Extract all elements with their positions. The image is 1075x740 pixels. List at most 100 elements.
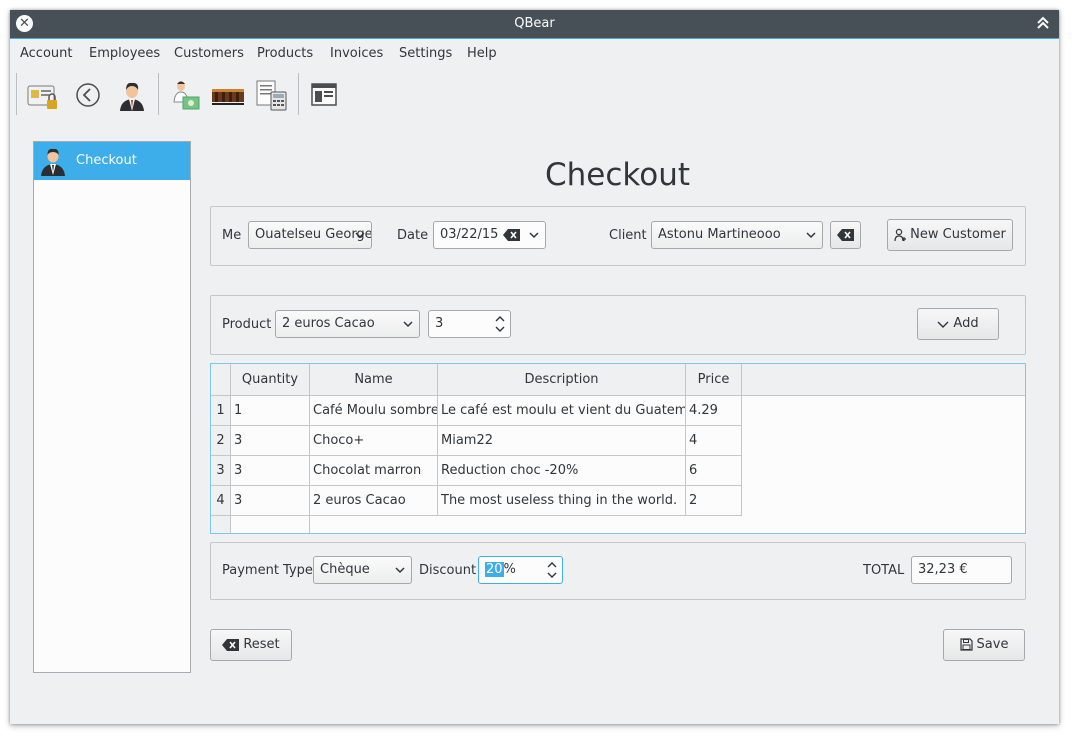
column-header-name[interactable]: Name: [310, 364, 438, 396]
toolbar-handle: [16, 73, 17, 115]
name-cell[interactable]: Chocolat marron: [310, 456, 438, 486]
quantity-cell[interactable]: 1: [231, 396, 310, 426]
app-window: ✕ QBear Account Employees Customers Prod…: [10, 10, 1059, 724]
product-group: Product 2 euros Cacao 3 Add: [210, 295, 1026, 355]
column-header-description[interactable]: Description: [438, 364, 686, 396]
date-label: Date: [397, 228, 429, 243]
page-title: Checkout: [544, 157, 691, 193]
client-label: Client: [609, 228, 647, 243]
quantity-cell-empty[interactable]: [231, 516, 310, 533]
discount-label: Discount: [419, 563, 477, 578]
user-icon: [41, 148, 65, 176]
quantity-cell[interactable]: 3: [231, 426, 310, 456]
description-cell[interactable]: Miam22: [438, 426, 686, 456]
row-header[interactable]: 4: [211, 486, 231, 516]
menu-products[interactable]: Products: [257, 46, 313, 61]
discount-suffix: %: [503, 562, 516, 577]
date-value: 03/22/15: [440, 227, 499, 242]
menu-help[interactable]: Help: [467, 46, 497, 61]
quantity-cell[interactable]: 3: [231, 486, 310, 516]
add-user-icon: [894, 228, 907, 241]
menu-employees[interactable]: Employees: [89, 46, 160, 61]
checkout-header-group: Me Ouatelseu Georges Date 03/22/15 Clien…: [210, 206, 1026, 266]
header-filler: [742, 364, 1025, 396]
total-value: 32,23 €: [918, 562, 968, 577]
payment-type-value: Chèque: [320, 562, 370, 577]
date-field[interactable]: 03/22/15: [433, 221, 546, 249]
me-label: Me: [222, 228, 242, 243]
new-customer-button[interactable]: New Customer: [887, 219, 1013, 251]
name-cell[interactable]: Choco+: [310, 426, 438, 456]
employee-icon[interactable]: [115, 78, 149, 112]
id-card-lock-icon[interactable]: [26, 78, 60, 112]
menu-account[interactable]: Account: [20, 46, 73, 61]
me-combobox[interactable]: Ouatelseu Georges: [248, 221, 372, 249]
product-value: 2 euros Cacao: [282, 316, 375, 331]
description-cell[interactable]: The most useless thing in the world.: [438, 486, 686, 516]
back-icon[interactable]: [71, 78, 105, 112]
row-header-empty[interactable]: [211, 516, 231, 533]
add-label: Add: [953, 316, 979, 331]
keep-above-icon[interactable]: [1035, 14, 1051, 32]
clear-client-button[interactable]: [830, 221, 861, 249]
clear-icon[interactable]: [503, 229, 520, 241]
row-header[interactable]: 1: [211, 396, 231, 426]
corner-header[interactable]: [211, 364, 231, 396]
spin-arrows-icon[interactable]: [495, 314, 505, 334]
quantity-value: 3: [435, 316, 444, 331]
checkout-table[interactable]: Quantity Name Description Price 1 1 Café…: [210, 363, 1026, 534]
customer-icon[interactable]: [168, 78, 202, 112]
discount-value: 20: [485, 562, 504, 577]
payment-group: Payment Type Chèque Discount 20% TOTAL 3…: [210, 542, 1026, 600]
quantity-stepper[interactable]: 3: [428, 310, 511, 338]
sidebar-item-checkout[interactable]: Checkout: [34, 142, 190, 180]
spin-arrows-icon[interactable]: [547, 560, 557, 580]
description-cell[interactable]: Le café est moulu et vient du Guatemala: [438, 396, 686, 426]
name-cell[interactable]: 2 euros Cacao: [310, 486, 438, 516]
clear-icon: [222, 638, 240, 651]
name-cell[interactable]: Café Moulu sombre: [310, 396, 438, 426]
toolbar-separator: [158, 73, 159, 115]
chevron-down-icon: [806, 232, 816, 239]
description-cell[interactable]: Reduction choc -20%: [438, 456, 686, 486]
chevron-down-icon[interactable]: [528, 222, 540, 248]
row-header[interactable]: 2: [211, 426, 231, 456]
product-label: Product: [222, 317, 272, 332]
price-cell[interactable]: 2: [686, 486, 742, 516]
product-combobox[interactable]: 2 euros Cacao: [275, 310, 420, 338]
toolbar: [10, 70, 1059, 120]
save-label: Save: [976, 637, 1009, 652]
payment-type-combobox[interactable]: Chèque: [313, 556, 412, 584]
products-icon[interactable]: [211, 78, 245, 112]
save-icon: [959, 638, 973, 651]
save-button[interactable]: Save: [943, 629, 1025, 661]
column-header-price[interactable]: Price: [686, 364, 742, 396]
quantity-cell[interactable]: 3: [231, 456, 310, 486]
client-value: Astonu Martineooo: [658, 227, 781, 242]
reset-button[interactable]: Reset: [210, 629, 292, 661]
clear-icon: [837, 228, 854, 241]
payment-type-label: Payment Type: [222, 563, 313, 578]
chevron-down-icon: [403, 321, 413, 328]
menu-invoices[interactable]: Invoices: [330, 46, 383, 61]
total-label: TOTAL: [863, 563, 905, 578]
add-product-button[interactable]: Add: [917, 308, 999, 340]
toolbar-separator: [298, 73, 299, 115]
total-field[interactable]: 32,23 €: [911, 556, 1012, 584]
client-combobox[interactable]: Astonu Martineooo: [651, 221, 823, 249]
menu-bar: Account Employees Customers Products Inv…: [10, 39, 1059, 69]
reset-label: Reset: [243, 637, 280, 652]
discount-stepper[interactable]: 20%: [478, 556, 563, 584]
price-cell[interactable]: 6: [686, 456, 742, 486]
price-cell[interactable]: 4.29: [686, 396, 742, 426]
sidebar: Checkout: [33, 141, 191, 673]
menu-customers[interactable]: Customers: [174, 46, 244, 61]
price-cell[interactable]: 4: [686, 426, 742, 456]
chevron-down-icon: [355, 232, 365, 239]
column-header-quantity[interactable]: Quantity: [231, 364, 310, 396]
invoices-icon[interactable]: [255, 78, 289, 112]
window-title: QBear: [514, 16, 555, 31]
menu-settings[interactable]: Settings: [399, 46, 452, 61]
row-header[interactable]: 3: [211, 456, 231, 486]
checkout-icon[interactable]: [307, 78, 341, 112]
